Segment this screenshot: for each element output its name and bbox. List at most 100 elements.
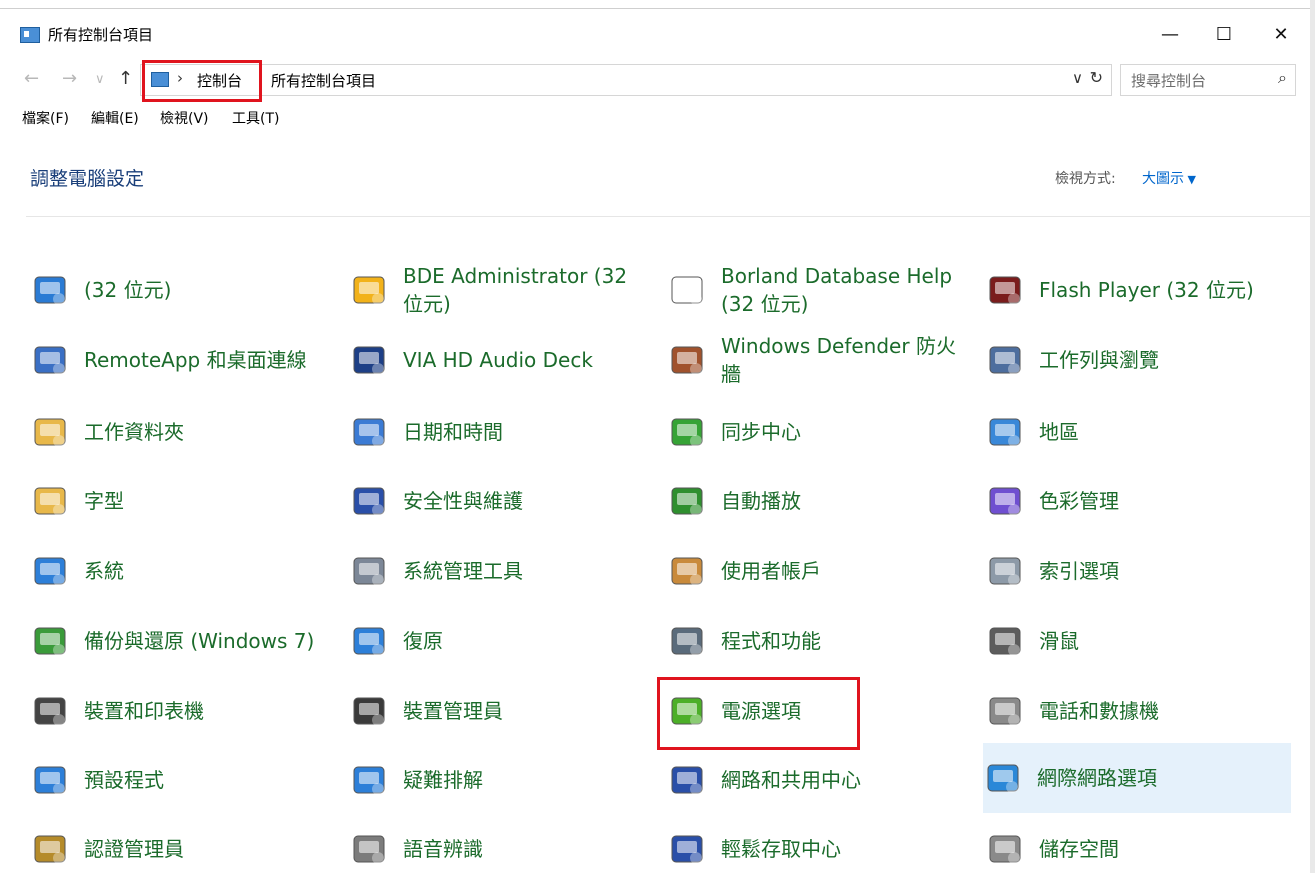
control-panel-item[interactable]: RemoteApp 和桌面連線 xyxy=(30,329,330,391)
flag-icon xyxy=(349,481,389,521)
control-panel-item[interactable]: 系統 xyxy=(30,540,330,602)
control-panel-item[interactable]: Flash Player (32 位元) xyxy=(985,259,1285,321)
ease-of-access-icon xyxy=(667,829,707,869)
item-label: 地區 xyxy=(1039,420,1079,444)
item-label: 電話和數據機 xyxy=(1039,699,1159,723)
control-panel-item[interactable]: 工作資料夾 xyxy=(30,401,330,463)
control-panel-item[interactable]: 電源選項 xyxy=(667,680,967,742)
item-label: 同步中心 xyxy=(721,420,801,444)
control-panel-item[interactable]: 工作列與瀏覽 xyxy=(985,329,1285,391)
item-label: 使用者帳戶 xyxy=(721,559,821,583)
item-label: RemoteApp 和桌面連線 xyxy=(84,348,307,372)
control-panel-item[interactable]: (32 位元) xyxy=(30,259,330,321)
item-label: 裝置管理員 xyxy=(403,699,503,723)
control-panel-item[interactable]: 使用者帳戶 xyxy=(667,540,967,602)
control-panel-item[interactable]: 索引選項 xyxy=(985,540,1285,602)
network-icon xyxy=(667,760,707,800)
font-folder-icon xyxy=(30,481,70,521)
globe-clock-icon xyxy=(985,412,1025,452)
control-panel-item[interactable]: 裝置和印表機 xyxy=(30,680,330,742)
computer-icon xyxy=(30,551,70,591)
taskbar-icon xyxy=(985,340,1025,380)
control-panel-item[interactable]: 日期和時間 xyxy=(349,401,649,463)
item-label: 裝置和印表機 xyxy=(84,699,204,723)
control-panel-item[interactable]: Borland Database Help (32 位元) xyxy=(667,259,967,321)
document-icon xyxy=(667,270,707,310)
item-label: (32 位元) xyxy=(84,278,172,302)
mouse-icon xyxy=(985,621,1025,661)
credential-icon xyxy=(30,829,70,869)
item-label: 字型 xyxy=(84,489,124,513)
remoteapp-icon xyxy=(30,340,70,380)
backup-icon xyxy=(30,621,70,661)
item-label: 系統 xyxy=(84,559,124,583)
control-panel-item[interactable]: 系統管理工具 xyxy=(349,540,649,602)
flash-icon xyxy=(985,270,1025,310)
autoplay-icon xyxy=(667,481,707,521)
item-label: 認證管理員 xyxy=(84,837,184,861)
control-panel-item[interactable]: 電話和數據機 xyxy=(985,680,1285,742)
control-panel-item[interactable]: 復原 xyxy=(349,610,649,672)
control-panel-item[interactable]: 同步中心 xyxy=(667,401,967,463)
control-panel-item[interactable]: 色彩管理 xyxy=(985,470,1285,532)
item-label: 滑鼠 xyxy=(1039,629,1079,653)
microphone-icon xyxy=(349,829,389,869)
control-panel-item[interactable]: 語音辨識 xyxy=(349,818,649,880)
sync-icon xyxy=(667,412,707,452)
item-label: Flash Player (32 位元) xyxy=(1039,278,1254,302)
item-label: 儲存空間 xyxy=(1039,837,1119,861)
item-label: 色彩管理 xyxy=(1039,489,1119,513)
control-panel-item[interactable]: 程式和功能 xyxy=(667,610,967,672)
control-panel-item[interactable]: BDE Administrator (32 位元) xyxy=(349,259,649,321)
control-panel-item[interactable]: 網路和共用中心 xyxy=(667,749,967,811)
recovery-icon xyxy=(349,621,389,661)
window-right-edge xyxy=(1310,0,1315,873)
item-label: 疑難排解 xyxy=(403,768,483,792)
control-panel-item[interactable]: 滑鼠 xyxy=(985,610,1285,672)
control-panel-item[interactable]: 疑難排解 xyxy=(349,749,649,811)
printer-icon xyxy=(30,691,70,731)
control-panel-item[interactable]: Windows Defender 防火牆 xyxy=(667,329,967,391)
internet-options-icon xyxy=(983,758,1023,798)
items-grid: (32 位元) BDE Administrator (32 位元) Borland … xyxy=(0,0,1315,873)
color-management-icon xyxy=(985,481,1025,521)
programs-icon xyxy=(667,621,707,661)
item-label: Windows Defender 防火牆 xyxy=(721,334,956,386)
default-programs-icon xyxy=(30,760,70,800)
item-label: 系統管理工具 xyxy=(403,559,523,583)
control-panel-item[interactable]: 安全性與維護 xyxy=(349,470,649,532)
item-label: 網路和共用中心 xyxy=(721,768,861,792)
item-label: 復原 xyxy=(403,629,443,653)
battery-plug-icon xyxy=(667,691,707,731)
fax-icon xyxy=(985,691,1025,731)
item-label: 日期和時間 xyxy=(403,420,503,444)
item-label: 工作資料夾 xyxy=(84,420,184,444)
control-panel-item[interactable]: 儲存空間 xyxy=(985,818,1285,880)
32bit-config-icon xyxy=(30,270,70,310)
control-panel-item[interactable]: 自動播放 xyxy=(667,470,967,532)
item-label: 語音辨識 xyxy=(403,837,483,861)
control-panel-item[interactable]: 認證管理員 xyxy=(30,818,330,880)
item-label: 網際網路選項 xyxy=(1037,766,1157,790)
item-label: 預設程式 xyxy=(84,768,164,792)
storage-icon xyxy=(985,829,1025,869)
item-label: 電源選項 xyxy=(721,699,801,723)
user-accounts-icon xyxy=(667,551,707,591)
control-panel-item[interactable]: 網際網路選項 xyxy=(983,743,1291,813)
item-label: VIA HD Audio Deck xyxy=(403,348,593,372)
bde-gear-icon xyxy=(349,270,389,310)
control-panel-item[interactable]: 預設程式 xyxy=(30,749,330,811)
control-panel-item[interactable]: 地區 xyxy=(985,401,1285,463)
control-panel-item[interactable]: 輕鬆存取中心 xyxy=(667,818,967,880)
control-panel-item[interactable]: 裝置管理員 xyxy=(349,680,649,742)
control-panel-item[interactable]: 字型 xyxy=(30,470,330,532)
item-label: 備份與還原 (Windows 7) xyxy=(84,629,315,653)
troubleshoot-icon xyxy=(349,760,389,800)
via-audio-icon xyxy=(349,340,389,380)
control-panel-item[interactable]: 備份與還原 (Windows 7) xyxy=(30,610,330,672)
control-panel-item[interactable]: VIA HD Audio Deck xyxy=(349,329,649,391)
admin-tools-icon xyxy=(349,551,389,591)
device-manager-icon xyxy=(349,691,389,731)
magnifier-icon xyxy=(985,551,1025,591)
item-label: BDE Administrator (32 位元) xyxy=(403,264,628,316)
